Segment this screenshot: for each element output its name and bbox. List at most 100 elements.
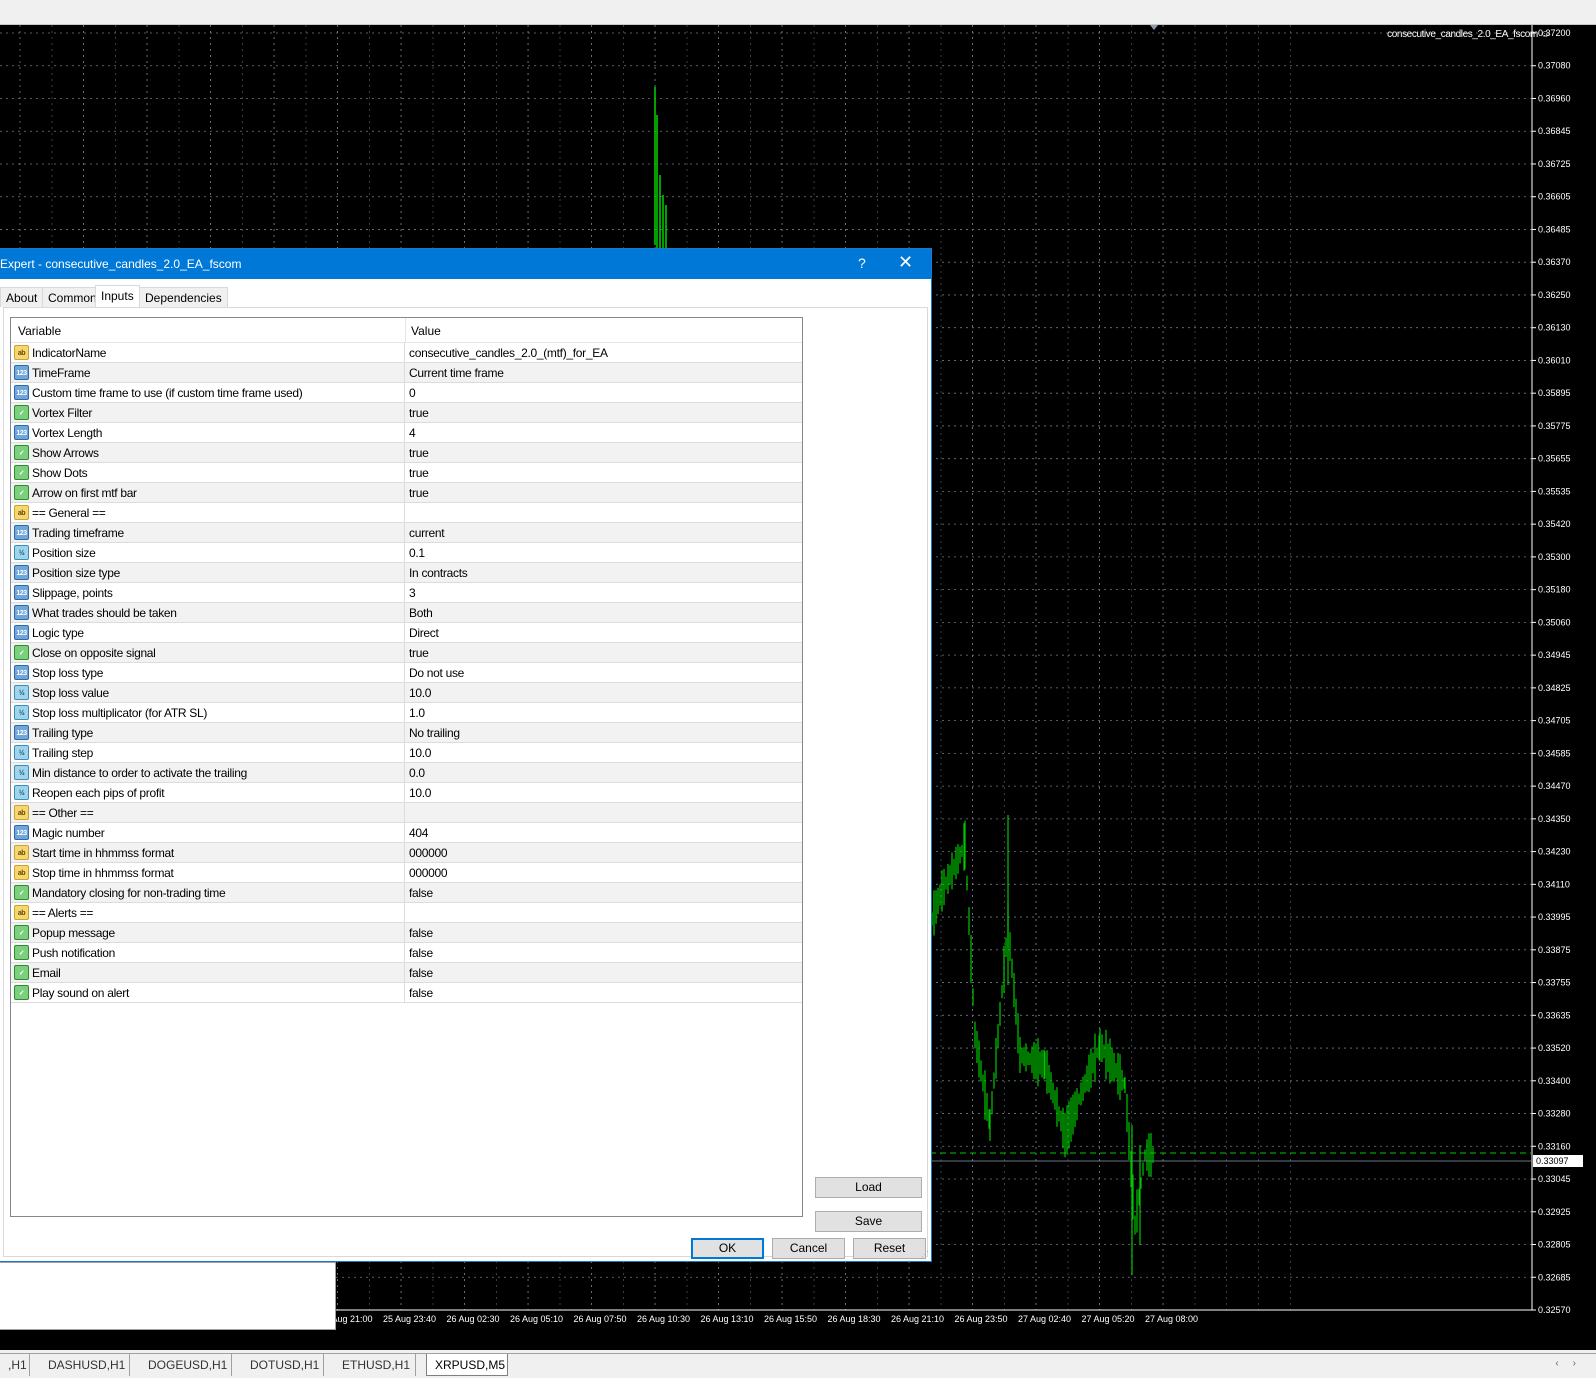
chart-tab[interactable]: DOGEUSD,H1 xyxy=(140,1354,232,1376)
variable-name: Close on opposite signal xyxy=(32,646,156,660)
variable-value[interactable]: No trailing xyxy=(409,726,460,740)
input-row[interactable]: ½ Stop loss multiplicator (for ATR SL) 1.0 xyxy=(11,703,802,723)
input-row[interactable]: ✓ Play sound on alert false xyxy=(11,983,802,1003)
dialog-title-bar[interactable]: Expert - consecutive_candles_2.0_EA_fsco… xyxy=(0,249,931,279)
variable-value[interactable]: 10.0 xyxy=(409,786,431,800)
column-header-variable[interactable]: Variable xyxy=(18,324,61,338)
variable-value[interactable]: Both xyxy=(409,606,433,620)
resize-grip-icon[interactable]: ⋰ xyxy=(921,1250,929,1259)
input-row[interactable]: ab Start time in hhmmss format 000000 xyxy=(11,843,802,863)
tab-common[interactable]: Common xyxy=(42,287,103,307)
variable-value[interactable]: 0.0 xyxy=(409,766,425,780)
variable-cell: ✓ Show Arrows xyxy=(11,443,405,462)
variable-value[interactable]: In contracts xyxy=(409,566,468,580)
variable-value[interactable]: true xyxy=(409,446,429,460)
cancel-button[interactable]: Cancel xyxy=(772,1238,845,1259)
variable-value[interactable]: 3 xyxy=(409,586,416,600)
input-row[interactable]: ab == General == xyxy=(11,503,802,523)
input-row[interactable]: 123 Position size type In contracts xyxy=(11,563,802,583)
variable-value[interactable]: false xyxy=(409,926,433,940)
boolean-type-icon: ✓ xyxy=(14,445,29,460)
load-button[interactable]: Load xyxy=(815,1177,922,1198)
input-row[interactable]: ✓ Popup message false xyxy=(11,923,802,943)
variable-value[interactable]: Do not use xyxy=(409,666,464,680)
variable-value[interactable]: current xyxy=(409,526,445,540)
tab-dependencies[interactable]: Dependencies xyxy=(139,287,228,307)
input-row[interactable]: ab Stop time in hhmmss format 000000 xyxy=(11,863,802,883)
variable-cell: ab Start time in hhmmss format xyxy=(11,843,405,862)
tab-inputs[interactable]: Inputs xyxy=(95,285,140,307)
help-button[interactable]: ? xyxy=(858,255,866,271)
variable-value[interactable]: 1.0 xyxy=(409,706,425,720)
chart-tab[interactable]: ,H1 xyxy=(0,1354,30,1376)
input-row[interactable]: 123 Vortex Length 4 xyxy=(11,423,802,443)
input-row[interactable]: 123 Custom time frame to use (if custom t… xyxy=(11,383,802,403)
input-row[interactable]: ab IndicatorName consecutive_candles_2.0_(… xyxy=(11,343,802,363)
variable-name: Show Arrows xyxy=(32,446,99,460)
input-row[interactable]: ½ Position size 0.1 xyxy=(11,543,802,563)
price-tick-label: 0.34825 xyxy=(1538,683,1571,693)
variable-name: Slippage, points xyxy=(32,586,113,600)
variable-value[interactable]: true xyxy=(409,646,429,660)
input-row[interactable]: ½ Trailing step 10.0 xyxy=(11,743,802,763)
variable-value[interactable]: Direct xyxy=(409,626,439,640)
variable-cell: ab == General == xyxy=(11,503,405,522)
variable-value[interactable]: 000000 xyxy=(409,866,448,880)
variable-value[interactable]: false xyxy=(409,986,433,1000)
input-row[interactable]: ✓ Mandatory closing for non-trading time f… xyxy=(11,883,802,903)
variable-value[interactable]: 0.1 xyxy=(409,546,425,560)
input-row[interactable]: 123 Slippage, points 3 xyxy=(11,583,802,603)
variable-value[interactable]: 10.0 xyxy=(409,686,431,700)
variable-value[interactable]: false xyxy=(409,886,433,900)
input-row[interactable]: ✓ Arrow on first mtf bar true xyxy=(11,483,802,503)
tab-about[interactable]: About xyxy=(0,287,44,307)
input-row[interactable]: ab == Other == xyxy=(11,803,802,823)
input-row[interactable]: ✓ Email false xyxy=(11,963,802,983)
price-tick-label: 0.34110 xyxy=(1538,879,1570,889)
variable-value[interactable]: 404 xyxy=(409,826,428,840)
chart-tab[interactable]: XRPUSD,M5 xyxy=(426,1354,508,1376)
input-row[interactable]: ½ Reopen each pips of profit 10.0 xyxy=(11,783,802,803)
tab-scroll-arrows-icon[interactable]: ‹› xyxy=(1555,1358,1590,1369)
save-button[interactable]: Save xyxy=(815,1211,922,1232)
chart-tab[interactable]: ETHUSD,H1 xyxy=(334,1354,416,1376)
reset-button[interactable]: Reset xyxy=(853,1238,926,1259)
input-row[interactable]: 123 Stop loss type Do not use xyxy=(11,663,802,683)
input-row[interactable]: ✓ Vortex Filter true xyxy=(11,403,802,423)
variable-value[interactable]: true xyxy=(409,406,429,420)
input-row[interactable]: ✓ Close on opposite signal true xyxy=(11,643,802,663)
input-row[interactable]: ✓ Push notification false xyxy=(11,943,802,963)
variable-cell: ✓ Show Dots xyxy=(11,463,405,482)
input-row[interactable]: ✓ Show Dots true xyxy=(11,463,802,483)
variable-value[interactable]: 0 xyxy=(409,386,416,400)
input-row[interactable]: 123 TimeFrame Current time frame xyxy=(11,363,802,383)
input-row[interactable]: 123 Trailing type No trailing xyxy=(11,723,802,743)
inputs-grid[interactable]: Variable Value ab IndicatorName consecutiv… xyxy=(10,317,803,1217)
variable-value[interactable]: 10.0 xyxy=(409,746,431,760)
column-separator[interactable] xyxy=(405,318,406,343)
variable-value[interactable]: true xyxy=(409,466,429,480)
variable-value[interactable]: 4 xyxy=(409,426,416,440)
variable-value[interactable]: true xyxy=(409,486,429,500)
boolean-type-icon: ✓ xyxy=(14,405,29,420)
chart-tab[interactable]: DOTUSD,H1 xyxy=(242,1354,324,1376)
ok-button[interactable]: OK xyxy=(691,1238,764,1259)
input-row[interactable]: 123 Magic number 404 xyxy=(11,823,802,843)
input-row[interactable]: 123 What trades should be taken Both xyxy=(11,603,802,623)
input-row[interactable]: 123 Logic type Direct xyxy=(11,623,802,643)
chart-tab[interactable]: DASHUSD,H1 xyxy=(40,1354,130,1376)
variable-value[interactable]: consecutive_candles_2.0_(mtf)_for_EA xyxy=(409,346,608,360)
input-row[interactable]: ½ Stop loss value 10.0 xyxy=(11,683,802,703)
input-row[interactable]: ✓ Show Arrows true xyxy=(11,443,802,463)
variable-value[interactable]: Current time frame xyxy=(409,366,504,380)
price-tick-label: 0.34945 xyxy=(1538,650,1571,660)
close-icon[interactable]: ✕ xyxy=(898,252,913,273)
input-row[interactable]: ab == Alerts == xyxy=(11,903,802,923)
input-row[interactable]: 123 Trading timeframe current xyxy=(11,523,802,543)
column-header-value[interactable]: Value xyxy=(411,324,441,338)
variable-value[interactable]: 000000 xyxy=(409,846,448,860)
variable-value[interactable]: false xyxy=(409,966,433,980)
variable-cell: ab IndicatorName xyxy=(11,343,405,362)
input-row[interactable]: ½ Min distance to order to activate the t… xyxy=(11,763,802,783)
variable-value[interactable]: false xyxy=(409,946,433,960)
